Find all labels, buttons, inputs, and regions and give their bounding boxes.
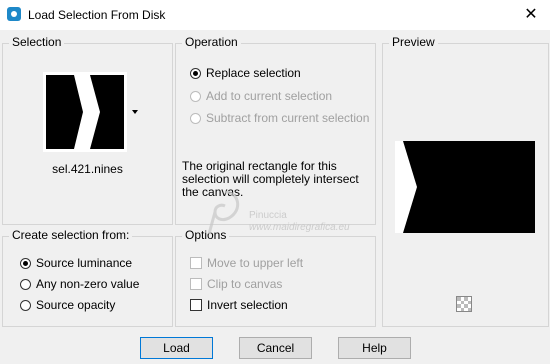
close-icon[interactable]: ✕ bbox=[518, 2, 544, 28]
checkbox[interactable] bbox=[190, 257, 202, 269]
selection-group: Selection sel.421.nines bbox=[2, 35, 173, 225]
selection-thumbnail-image bbox=[46, 75, 124, 149]
radio-add-to-current-selection[interactable]: Add to current selection bbox=[190, 88, 332, 104]
radio-button[interactable] bbox=[20, 299, 31, 311]
preview-shape bbox=[395, 141, 535, 233]
app-icon bbox=[7, 7, 21, 21]
radio-any-non-zero-value[interactable]: Any non-zero value bbox=[20, 276, 139, 292]
chevron-down-icon[interactable] bbox=[132, 110, 138, 114]
window-title: Load Selection From Disk bbox=[28, 8, 166, 22]
checkbox[interactable] bbox=[190, 278, 202, 290]
help-button[interactable]: Help bbox=[338, 337, 411, 359]
selection-group-title: Selection bbox=[9, 35, 65, 49]
radio-label: Any non-zero value bbox=[36, 277, 140, 291]
selection-thumbnail[interactable] bbox=[43, 72, 127, 152]
radio-label: Add to current selection bbox=[206, 89, 333, 103]
radio-source-opacity[interactable]: Source opacity bbox=[20, 297, 115, 313]
preview-group-title: Preview bbox=[389, 35, 438, 49]
checkbox-clip-to-canvas[interactable]: Clip to canvas bbox=[190, 276, 282, 292]
operation-group-title: Operation bbox=[182, 35, 241, 49]
checkerboard-icon[interactable] bbox=[456, 296, 472, 312]
radio-label: Subtract from current selection bbox=[206, 111, 370, 125]
checkbox-label: Invert selection bbox=[207, 298, 288, 312]
radio-label: Source opacity bbox=[36, 298, 116, 312]
radio-button[interactable] bbox=[190, 67, 201, 79]
options-group-title: Options bbox=[182, 228, 230, 242]
radio-button[interactable] bbox=[20, 278, 31, 290]
radio-button[interactable] bbox=[190, 90, 201, 102]
create-selection-from-title: Create selection from: bbox=[9, 228, 133, 242]
radio-label: Source luminance bbox=[36, 256, 133, 270]
radio-subtract-from-current-selection[interactable]: Subtract from current selection bbox=[190, 110, 369, 126]
load-button[interactable]: Load bbox=[140, 337, 213, 359]
radio-button[interactable] bbox=[20, 257, 31, 269]
radio-source-luminance[interactable]: Source luminance bbox=[20, 255, 132, 271]
radio-label: Replace selection bbox=[206, 66, 301, 80]
title-bar: Load Selection From Disk ✕ bbox=[0, 0, 550, 30]
checkbox-label: Clip to canvas bbox=[207, 277, 283, 291]
checkbox-move-to-upper-left[interactable]: Move to upper left bbox=[190, 255, 303, 271]
preview-image bbox=[395, 141, 535, 233]
selection-filename: sel.421.nines bbox=[52, 162, 123, 176]
checkbox[interactable] bbox=[190, 299, 202, 311]
radio-replace-selection[interactable]: Replace selection bbox=[190, 65, 301, 81]
cancel-button[interactable]: Cancel bbox=[239, 337, 312, 359]
checkbox-invert-selection[interactable]: Invert selection bbox=[190, 297, 288, 313]
radio-button[interactable] bbox=[190, 112, 201, 124]
intersection-note: The original rectangle for this selectio… bbox=[182, 159, 359, 199]
checkbox-label: Move to upper left bbox=[207, 256, 304, 270]
